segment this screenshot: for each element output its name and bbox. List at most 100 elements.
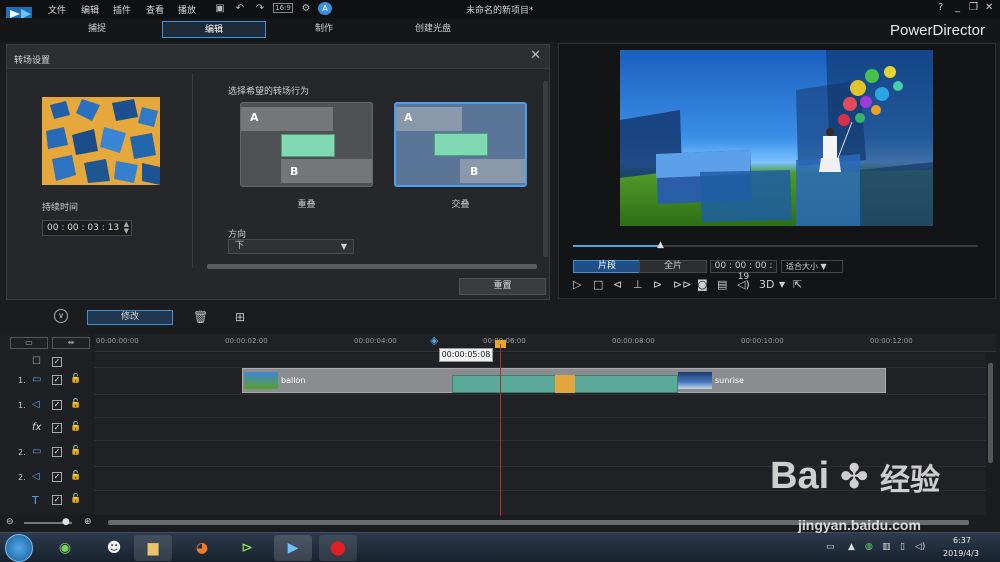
minimize-button[interactable]: _ bbox=[955, 2, 960, 13]
menu-edit[interactable]: 编辑 bbox=[81, 3, 99, 16]
undo-icon[interactable]: ↶ bbox=[233, 2, 247, 15]
next-frame-icon[interactable]: ⊳ bbox=[653, 278, 662, 291]
track-enable-checkbox[interactable]: ✓ bbox=[52, 357, 62, 367]
trash-icon[interactable]: 🗑 bbox=[193, 310, 208, 324]
track-manager-icon[interactable]: ▭ bbox=[10, 337, 48, 349]
preview-frame bbox=[620, 50, 933, 226]
track-enable-checkbox[interactable]: ✓ bbox=[52, 400, 62, 410]
option-overlap[interactable]: A B bbox=[240, 102, 373, 187]
expand-circle-icon[interactable]: ∨ bbox=[54, 309, 68, 323]
save-icon[interactable]: ▣ bbox=[213, 2, 227, 15]
clip-name-sunrise: sunrise bbox=[715, 376, 744, 385]
taskbar-firefox-icon[interactable]: ◕ bbox=[183, 535, 221, 561]
lock-icon[interactable]: 🔓 bbox=[70, 471, 81, 481]
seek-knob-icon[interactable]: ▲ bbox=[657, 240, 664, 250]
fit-timeline-icon[interactable]: ⇹ bbox=[52, 337, 90, 349]
panel-horizontal-scrollbar[interactable] bbox=[207, 264, 537, 269]
stop-icon[interactable]: □ bbox=[593, 278, 603, 291]
three-d-toggle[interactable]: 3D bbox=[759, 278, 774, 291]
aspect-ratio-icon[interactable]: 16:9 bbox=[273, 3, 293, 13]
tab-capture[interactable]: 捕捉 bbox=[45, 21, 149, 38]
track-enable-checkbox[interactable]: ✓ bbox=[52, 375, 62, 385]
volume-icon[interactable]: ◁) bbox=[737, 278, 750, 291]
modify-button[interactable]: 修改 bbox=[87, 310, 173, 325]
preview-seek-bar[interactable] bbox=[573, 245, 978, 247]
panel-vertical-scrollbar[interactable] bbox=[543, 81, 548, 257]
lock-icon[interactable]: 🔓 bbox=[70, 494, 81, 504]
redo-icon[interactable]: ↷ bbox=[253, 2, 267, 15]
behavior-label: 选择希望的转场行为 bbox=[228, 87, 310, 97]
preview-panel: ▲ 片段 全片 00 : 00 : 00 : 19 适合大小 ▼ ▷ □ ⊲ ⊥… bbox=[558, 43, 996, 299]
zoom-out-icon[interactable]: ⊖ bbox=[6, 517, 14, 527]
previous-frame-icon[interactable]: ⊲ bbox=[613, 278, 622, 291]
option-cross-caption: 交叠 bbox=[451, 200, 470, 210]
taskbar-qq-icon[interactable]: ☻ bbox=[95, 535, 133, 561]
lock-icon[interactable]: 🔓 bbox=[70, 374, 81, 384]
label-a: A bbox=[404, 111, 413, 124]
close-button[interactable]: ✕ bbox=[985, 2, 993, 13]
taskbar-record-icon[interactable]: ⬤ bbox=[319, 535, 357, 561]
overlap-region bbox=[281, 134, 335, 157]
help-button[interactable]: ? bbox=[938, 2, 943, 13]
undock-icon[interactable]: ⇱ bbox=[793, 278, 802, 291]
menu-plugins[interactable]: 插件 bbox=[113, 3, 131, 16]
menu-view[interactable]: 查看 bbox=[146, 3, 164, 16]
tab-create-disc[interactable]: 创建光盘 bbox=[381, 21, 485, 38]
drag-handle-icon[interactable]: ◈ bbox=[430, 334, 438, 347]
lock-icon[interactable]: 🔓 bbox=[70, 446, 81, 456]
taskbar-360-icon[interactable]: ◉ bbox=[46, 535, 84, 561]
taskbar-explorer-icon[interactable]: ▆ bbox=[134, 535, 172, 561]
baidu-jingyan-watermark: Bai ✤ 经验 jingyan.baidu.com bbox=[770, 455, 998, 545]
direction-select[interactable]: 下 ▼ bbox=[228, 239, 354, 254]
duration-input[interactable]: 00 : 00 : 03 : 13 ▲ ▼ bbox=[42, 220, 132, 236]
three-d-caret-icon[interactable]: ▼ bbox=[779, 280, 785, 289]
tab-edit[interactable]: 编辑 bbox=[162, 21, 266, 38]
split-icon[interactable]: ⊥ bbox=[633, 278, 643, 291]
master-icon: ☐ bbox=[32, 356, 41, 367]
clip-mode-button[interactable]: 片段 bbox=[573, 260, 641, 273]
account-icon[interactable]: A bbox=[318, 2, 332, 15]
track-enable-checkbox[interactable]: ✓ bbox=[52, 423, 62, 433]
timeline-ruler[interactable]: 00:00:00:00 00:00:02:00 00:00:04:00 00:0… bbox=[94, 334, 996, 352]
restore-button[interactable]: ❐ bbox=[969, 2, 978, 13]
track-enable-checkbox[interactable]: ✓ bbox=[52, 447, 62, 457]
subtitle-icon[interactable]: ▤ bbox=[717, 278, 727, 291]
snapshot-icon[interactable]: ◙ bbox=[697, 278, 708, 291]
zoom-fit-select[interactable]: 适合大小 ▼ bbox=[781, 260, 843, 273]
ruler-tick-label: 00:00:12:00 bbox=[870, 337, 913, 345]
title-icon: T bbox=[32, 494, 39, 507]
close-icon[interactable]: ✕ bbox=[530, 48, 541, 63]
option-cross[interactable]: A B bbox=[394, 102, 527, 187]
preview-timecode[interactable]: 00 : 00 : 00 : 19 bbox=[710, 260, 777, 282]
zoom-slider-knob-icon[interactable]: ● bbox=[62, 517, 70, 527]
menu-file[interactable]: 文件 bbox=[48, 3, 66, 16]
ruler-tick-label: 00:00:04:00 bbox=[354, 337, 397, 345]
ruler-tick-label: 00:00:08:00 bbox=[612, 337, 655, 345]
zoom-in-icon[interactable]: ⊕ bbox=[84, 517, 92, 527]
playhead-line[interactable] bbox=[500, 344, 501, 516]
start-button[interactable] bbox=[5, 534, 33, 562]
duration-spinner-icon[interactable]: ▲ ▼ bbox=[124, 221, 129, 235]
tools-menu-icon[interactable]: ⊞ bbox=[235, 310, 245, 324]
lock-icon[interactable]: 🔓 bbox=[70, 422, 81, 432]
taskbar-app-icon[interactable]: ⊳ bbox=[228, 535, 266, 561]
track-enable-checkbox[interactable]: ✓ bbox=[52, 472, 62, 482]
track-row-title: T ✓ 🔓 bbox=[0, 490, 92, 512]
settings-gear-icon[interactable]: ⚙ bbox=[299, 2, 313, 15]
reset-button[interactable]: 重置 bbox=[459, 278, 546, 295]
fast-forward-icon[interactable]: ⊳⊳ bbox=[673, 278, 691, 291]
lock-icon[interactable]: 🔓 bbox=[70, 399, 81, 409]
option-overlap-caption: 重叠 bbox=[297, 200, 316, 210]
tab-produce[interactable]: 制作 bbox=[272, 21, 376, 38]
timeline-vertical-scrollbar[interactable] bbox=[988, 363, 993, 463]
track-enable-checkbox[interactable]: ✓ bbox=[52, 495, 62, 505]
taskbar-powerdirector-icon[interactable]: ▶ bbox=[274, 535, 312, 561]
play-icon[interactable]: ▷ bbox=[573, 278, 581, 291]
track-row-fx: fx ✓ 🔓 bbox=[0, 418, 92, 440]
direction-value: 下 bbox=[235, 241, 245, 251]
clock-date[interactable]: 2019/4/3 bbox=[943, 549, 979, 558]
title-bar: 文件 编辑 插件 查看 播放 ▣ ↶ ↷ 16:9 ⚙ A 未命名的新项目* ?… bbox=[0, 0, 1000, 21]
duration-value: 00 : 00 : 03 : 13 bbox=[47, 223, 120, 233]
menu-play[interactable]: 播放 bbox=[178, 3, 196, 16]
movie-mode-button[interactable]: 全片 bbox=[639, 260, 707, 273]
